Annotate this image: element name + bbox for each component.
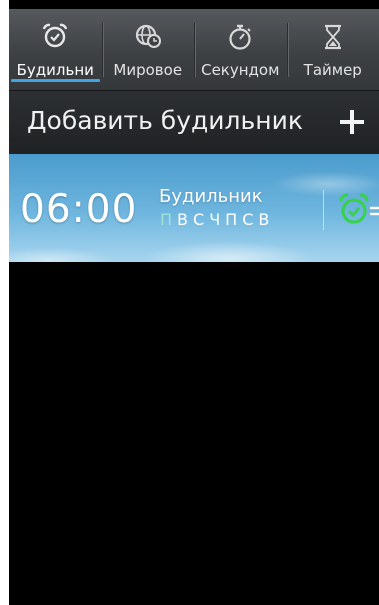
hourglass-icon xyxy=(324,24,341,50)
active-tab-indicator xyxy=(11,79,100,82)
day-thursday: Ч xyxy=(209,210,221,229)
day-saturday: С xyxy=(242,210,254,229)
day-wednesday: С xyxy=(193,210,205,229)
screen: Будильни Мировое Секундом Таймер Добавит… xyxy=(9,0,379,605)
add-alarm-button[interactable] xyxy=(335,105,369,139)
day-sunday: В xyxy=(258,210,270,229)
tab-label: Таймер xyxy=(303,61,362,79)
tab-alarm[interactable]: Будильни xyxy=(9,9,102,90)
tab-label: Мировое xyxy=(113,61,183,79)
add-alarm-bar[interactable]: Добавить будильник xyxy=(9,90,379,155)
alarm-clock-icon xyxy=(43,23,68,48)
day-tuesday: В xyxy=(177,210,189,229)
tab-world-clock[interactable]: Мировое xyxy=(101,9,195,90)
tab-stopwatch[interactable]: Секундом xyxy=(194,9,287,90)
tab-timer[interactable]: Таймер xyxy=(286,9,379,90)
tab-bar: Будильни Мировое Секундом Таймер xyxy=(9,9,379,90)
alarm-on-icon xyxy=(339,193,379,224)
stopwatch-icon xyxy=(229,24,251,50)
alarm-time: 06:00 xyxy=(20,187,138,232)
add-alarm-label: Добавить будильник xyxy=(27,106,303,135)
alarm-list-item[interactable]: 06:00 Будильник П В С Ч П С В xyxy=(9,154,379,262)
day-friday: П xyxy=(225,210,238,229)
tab-label: Секундом xyxy=(201,61,280,79)
divider xyxy=(323,190,324,230)
alarm-name: Будильник xyxy=(159,186,263,207)
tab-label: Будильни xyxy=(16,61,94,79)
globe-clock-icon xyxy=(135,24,161,48)
day-monday: П xyxy=(160,210,173,229)
alarm-enable-toggle[interactable] xyxy=(339,192,379,228)
alarm-repeat-days: П В С Ч П С В xyxy=(160,210,269,229)
